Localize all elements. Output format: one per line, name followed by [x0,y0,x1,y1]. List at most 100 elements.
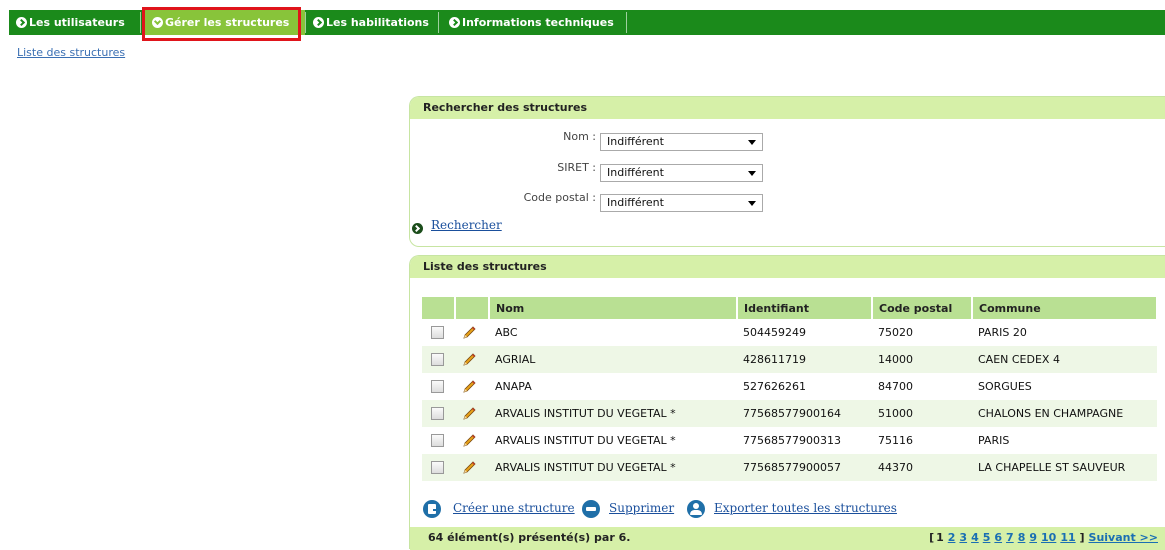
nom-select[interactable]: Indifférent [600,133,763,151]
cell-identifiant: 428611719 [737,346,872,373]
header-commune[interactable]: Commune [972,297,1158,319]
dropdown-arrow-icon [748,140,756,145]
pager-page-link[interactable]: 4 [971,531,979,544]
cell-nom: ABC [495,326,518,339]
pager-page-link[interactable]: 5 [983,531,991,544]
row-checkbox[interactable] [431,434,444,448]
arrow-circle-icon [16,17,27,28]
pencil-edit-icon[interactable] [461,433,477,449]
row-select-cell [422,319,455,346]
header-identifiant[interactable]: Identifiant [737,297,873,319]
row-edit-cell [455,373,489,400]
pencil-edit-icon[interactable] [461,325,477,341]
header-nom[interactable]: Nom [489,297,738,319]
pager-page-link[interactable]: 10 [1041,531,1056,544]
cell-commune: LA CHAPELLE ST SAUVEUR [972,454,1157,481]
nav-tab-label: Les utilisateurs [29,16,125,29]
cell-identifiant: 77568577900057 [737,454,872,481]
cell-commune: PARIS [978,434,1010,447]
cell-commune: CAEN CEDEX 4 [972,346,1157,373]
cell-nom: ARVALIS INSTITUT DU VEGETAL * [489,454,737,481]
table-row: ANAPA 527626261 84700 SORGUES [422,373,1157,400]
siret-select[interactable]: Indifférent [600,164,763,182]
row-checkbox[interactable] [431,326,444,340]
row-checkbox[interactable] [431,380,444,394]
search-panel: Rechercher des structures Nom : Indiffér… [409,96,1165,247]
pagination: [1 2 3 4 5 6 7 8 9 10 11 ] Suivant >> [929,531,1158,544]
field-label: Nom : [563,130,596,143]
select-value: Indifférent [607,166,664,179]
nav-divider [140,12,141,33]
cell-code-postal: 44370 [872,454,972,481]
nav-tab-utilisateurs[interactable]: Les utilisateurs [9,10,140,35]
delete-icon[interactable] [582,500,600,518]
pager-page-link[interactable]: 8 [1018,531,1026,544]
header-code-postal[interactable]: Code postal [872,297,973,319]
cell-code-postal: 51000 [872,400,972,427]
row-edit-cell [455,400,489,427]
row-edit-cell [455,427,489,454]
row-select-cell [422,346,455,373]
code-postal-select[interactable]: Indifférent [600,194,763,212]
row-checkbox[interactable] [431,407,444,421]
arrow-circle-icon [412,223,423,234]
field-label: Code postal : [523,191,596,204]
nav-divider [438,12,439,33]
create-structure-icon[interactable] [423,500,441,518]
dropdown-arrow-icon [748,201,756,206]
row-checkbox[interactable] [431,461,444,475]
table-row: AGRIAL 428611719 14000 CAEN CEDEX 4 [422,346,1157,373]
nav-tab-label: Informations techniques [462,16,614,29]
pencil-edit-icon[interactable] [461,352,477,368]
pencil-edit-icon[interactable] [461,460,477,476]
row-edit-cell [455,346,489,373]
row-select-cell [422,373,455,400]
cell-code-postal: 14000 [872,346,972,373]
pager-next-link[interactable]: Suivant >> [1089,531,1158,544]
row-edit-cell [455,454,489,481]
cell-commune: PARIS 20 [978,326,1027,339]
structures-list-panel: Liste des structures Nom Identifiant Cod… [409,255,1165,550]
nav-tab-label: Les habilitations [326,16,429,29]
header-edit-col [455,297,490,319]
cell-identifiant: 77568577900164 [737,400,872,427]
cell-code-postal: 75020 [878,326,913,339]
row-checkbox[interactable] [431,353,444,367]
list-footer: 64 élément(s) présenté(s) par 6. [1 2 3 4 5 6… [410,527,1165,550]
pager-page-link[interactable]: 6 [994,531,1002,544]
row-edit-cell [455,319,489,346]
search-panel-title: Rechercher des structures [410,97,1165,119]
pager-current-page: 1 [936,531,944,544]
arrow-circle-icon [449,17,460,28]
table-header-row: Nom Identifiant Code postal Commune [422,297,1158,319]
field-label: SIRET : [557,161,596,174]
breadcrumb-link[interactable]: Liste des structures [17,46,125,59]
nav-tab-informations-techniques[interactable]: Informations techniques [442,10,626,35]
pager-page-link[interactable]: 9 [1029,531,1037,544]
search-field-siret: SIRET : Indifférent [410,158,810,182]
pager-page-link[interactable]: 11 [1060,531,1075,544]
arrow-circle-icon [313,17,324,28]
nav-tab-habilitations[interactable]: Les habilitations [306,10,437,35]
cell-code-postal: 75116 [878,434,913,447]
structures-table: Nom Identifiant Code postal Commune ABC 5… [422,297,1158,481]
active-tab-highlight-box [142,7,301,41]
export-all-link[interactable]: Exporter toutes les structures [714,501,897,515]
select-value: Indifférent [607,135,664,148]
row-select-cell [422,427,455,454]
delete-link[interactable]: Supprimer [609,501,674,515]
pager-page-link[interactable]: 7 [1006,531,1014,544]
search-button[interactable]: Rechercher [431,218,502,232]
pencil-edit-icon[interactable] [461,379,477,395]
pager-page-link[interactable]: 3 [959,531,967,544]
export-user-icon[interactable] [687,500,705,518]
cell-code-postal: 84700 [878,380,913,393]
cell-identifiant: 527626261 [743,380,806,393]
table-row: ABC 504459249 75020 PARIS 20 [422,319,1157,346]
cell-identifiant: 504459249 [743,326,806,339]
row-select-cell [422,454,455,481]
create-structure-link[interactable]: Créer une structure [453,501,575,515]
pencil-edit-icon[interactable] [461,406,477,422]
pager-close-bracket: ] [1079,531,1085,544]
pager-page-link[interactable]: 2 [948,531,956,544]
